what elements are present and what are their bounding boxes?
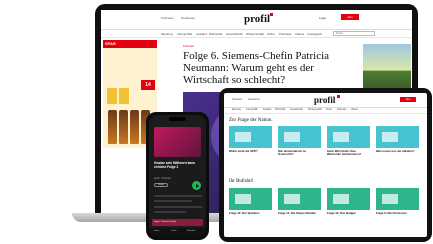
tablet-nav-item[interactable]: Meinung [232, 109, 241, 111]
podcast-card-image [229, 126, 272, 148]
podcast-card[interactable]: Folge 12: Der Sparkurs [229, 188, 272, 215]
ad-product-icon [119, 88, 129, 104]
tab-search[interactable]: Suche [171, 230, 177, 232]
laptop-nav-item[interactable]: Podcasts [279, 32, 291, 36]
tablet-nav: Meinung Innenpolitik Ausland Wirtschaft … [224, 108, 427, 114]
podcast-card-image [376, 188, 419, 210]
ad-bottle-icon [130, 110, 139, 144]
tablet-nav-item[interactable]: Videos [351, 109, 358, 111]
phone-tab-bar: Home Suche Bibliothek [149, 228, 206, 237]
podcast-cover-image[interactable] [154, 127, 201, 157]
follow-button[interactable]: Folgen [154, 183, 168, 187]
laptop-login-link[interactable]: Login [319, 16, 326, 20]
tablet-logo[interactable]: profil [314, 95, 335, 105]
podcast-card-title: Was kostet uns die Inflation? [376, 149, 415, 153]
tablet-device: Podcasts Newsletter profil Abo Meinung I… [219, 88, 432, 242]
podcast-card[interactable]: Was kostet uns die Inflation? [376, 126, 419, 153]
laptop-logo[interactable]: profil [244, 13, 270, 25]
device-mockup-scene: Podcasts Newsletter profil Login Abo Mei… [0, 0, 433, 244]
podcast-card[interactable]: Kann Wirtschaft ohne Wachstum funktionie… [327, 126, 370, 157]
laptop-nav-item[interactable]: Ausland [196, 32, 207, 36]
laptop-abo-button[interactable]: Abo [341, 14, 359, 20]
ad-bottle-icon [108, 110, 117, 144]
podcast-card-image [327, 126, 370, 148]
podcast-card-image [327, 188, 370, 210]
tablet-nav-item[interactable]: Gesellschaft [290, 109, 303, 111]
laptop-header: Podcasts Newsletter profil Login Abo [101, 10, 412, 30]
tablet-link-newsletter[interactable]: Newsletter [248, 98, 260, 101]
podcast-meta: profil · Podcast [154, 177, 171, 180]
laptop-nav: Meinung Innenpolitik Ausland Wirtschaft … [101, 30, 412, 38]
ad-bottle-icon [119, 110, 128, 144]
tablet-screen: Podcasts Newsletter profil Abo Meinung I… [224, 93, 427, 237]
laptop-link-podcasts[interactable]: Podcasts [161, 16, 173, 20]
podcast-card[interactable]: Folge 11: Die Steuer-Debatte [278, 188, 321, 215]
tablet-nav-item[interactable]: Wirtschaft [275, 109, 285, 111]
tablet-nav-item[interactable]: Podcasts [337, 109, 346, 111]
podcast-card-title: Folge 11: Die Steuer-Debatte [278, 211, 316, 215]
tablet-nav-item[interactable]: Ausland [263, 109, 271, 111]
tab-library[interactable]: Bibliothek [187, 230, 196, 232]
laptop-nav-item[interactable]: Kultur [267, 32, 275, 36]
laptop-nav-item[interactable]: Videos [295, 32, 304, 36]
laptop-nav-item[interactable]: Gesellschaft [226, 32, 243, 36]
laptop-logo-mark-icon [270, 13, 273, 16]
phone-notch [169, 117, 186, 121]
podcast-card-image [278, 126, 321, 148]
tablet-nav-item[interactable]: Wissenschaft [308, 109, 322, 111]
mini-player[interactable]: Folge 6. Siemens-Chefin [152, 219, 203, 226]
phone-screen: Gustav sein Millionen kann ehrliche Folg… [149, 115, 206, 237]
tab-home[interactable]: Home [154, 230, 159, 232]
episode-list-row[interactable] [154, 200, 192, 202]
tablet-abo-button[interactable]: Abo [400, 97, 416, 102]
episode-list-row[interactable] [154, 211, 186, 213]
section-title: Zur Frage der Nation. [229, 118, 273, 123]
play-icon[interactable] [192, 181, 201, 190]
tablet-link-podcasts[interactable]: Podcasts [232, 98, 242, 101]
podcast-card[interactable]: Folge 10: Das Budget [327, 188, 370, 215]
laptop-nav-item[interactable]: Innenpolitik [177, 32, 192, 36]
podcast-card-image [376, 126, 419, 148]
laptop-nav-item[interactable]: Investigativ [307, 32, 322, 36]
episode-list-row[interactable] [154, 206, 202, 208]
phone-device: Gustav sein Millionen kann ehrliche Folg… [146, 112, 209, 240]
tablet-header: Podcasts Newsletter profil Abo [224, 93, 427, 108]
podcast-card-title: Folge 9: Die Pensionen [376, 211, 407, 215]
ad-price-badge: 14 [141, 80, 155, 90]
podcast-card-image [229, 188, 272, 210]
podcast-card-title: Wofür steht die SPÖ? [229, 149, 258, 153]
section-title: Ihr Bullshit! [229, 179, 254, 184]
tablet-nav-item[interactable]: Innenpolitik [246, 109, 258, 111]
tablet-nav-item[interactable]: Kultur [326, 109, 332, 111]
podcast-card[interactable]: Wie demokratisch ist Österreich? [278, 126, 321, 157]
sidebar-teaser-image[interactable] [363, 44, 411, 92]
episode-list-row[interactable] [154, 195, 202, 197]
podcast-card-title: Folge 12: Der Sparkurs [229, 211, 260, 215]
mini-player-title: Folge 6. Siemens-Chefin [154, 221, 177, 223]
ad-product-icon [107, 88, 117, 104]
laptop-nav-item[interactable]: Wissenschaft [246, 32, 264, 36]
podcast-episode-title: Gustav sein Millionen kann ehrliche Folg… [154, 161, 196, 169]
laptop-nav-item[interactable]: Meinung [161, 32, 173, 36]
podcast-card-title: Kann Wirtschaft ohne Wachstum funktionie… [327, 149, 362, 157]
ad-header: SPAR [103, 40, 157, 48]
article-headline[interactable]: Folge 6. Siemens-Chefin Patricia Neumann… [183, 50, 353, 86]
podcast-card-title: Wie demokratisch ist Österreich? [278, 149, 306, 157]
laptop-nav-item[interactable]: Wirtschaft [209, 32, 222, 36]
laptop-search-input[interactable]: Suche [333, 31, 375, 36]
podcast-card[interactable]: Wofür steht die SPÖ? [229, 126, 272, 153]
podcast-card[interactable]: Folge 9: Die Pensionen [376, 188, 419, 215]
tablet-logo-mark-icon [337, 95, 340, 98]
article-category[interactable]: Podcast [183, 44, 194, 48]
podcast-card-title: Folge 10: Das Budget [327, 211, 356, 215]
podcast-card-image [278, 188, 321, 210]
laptop-link-newsletter[interactable]: Newsletter [181, 16, 195, 20]
